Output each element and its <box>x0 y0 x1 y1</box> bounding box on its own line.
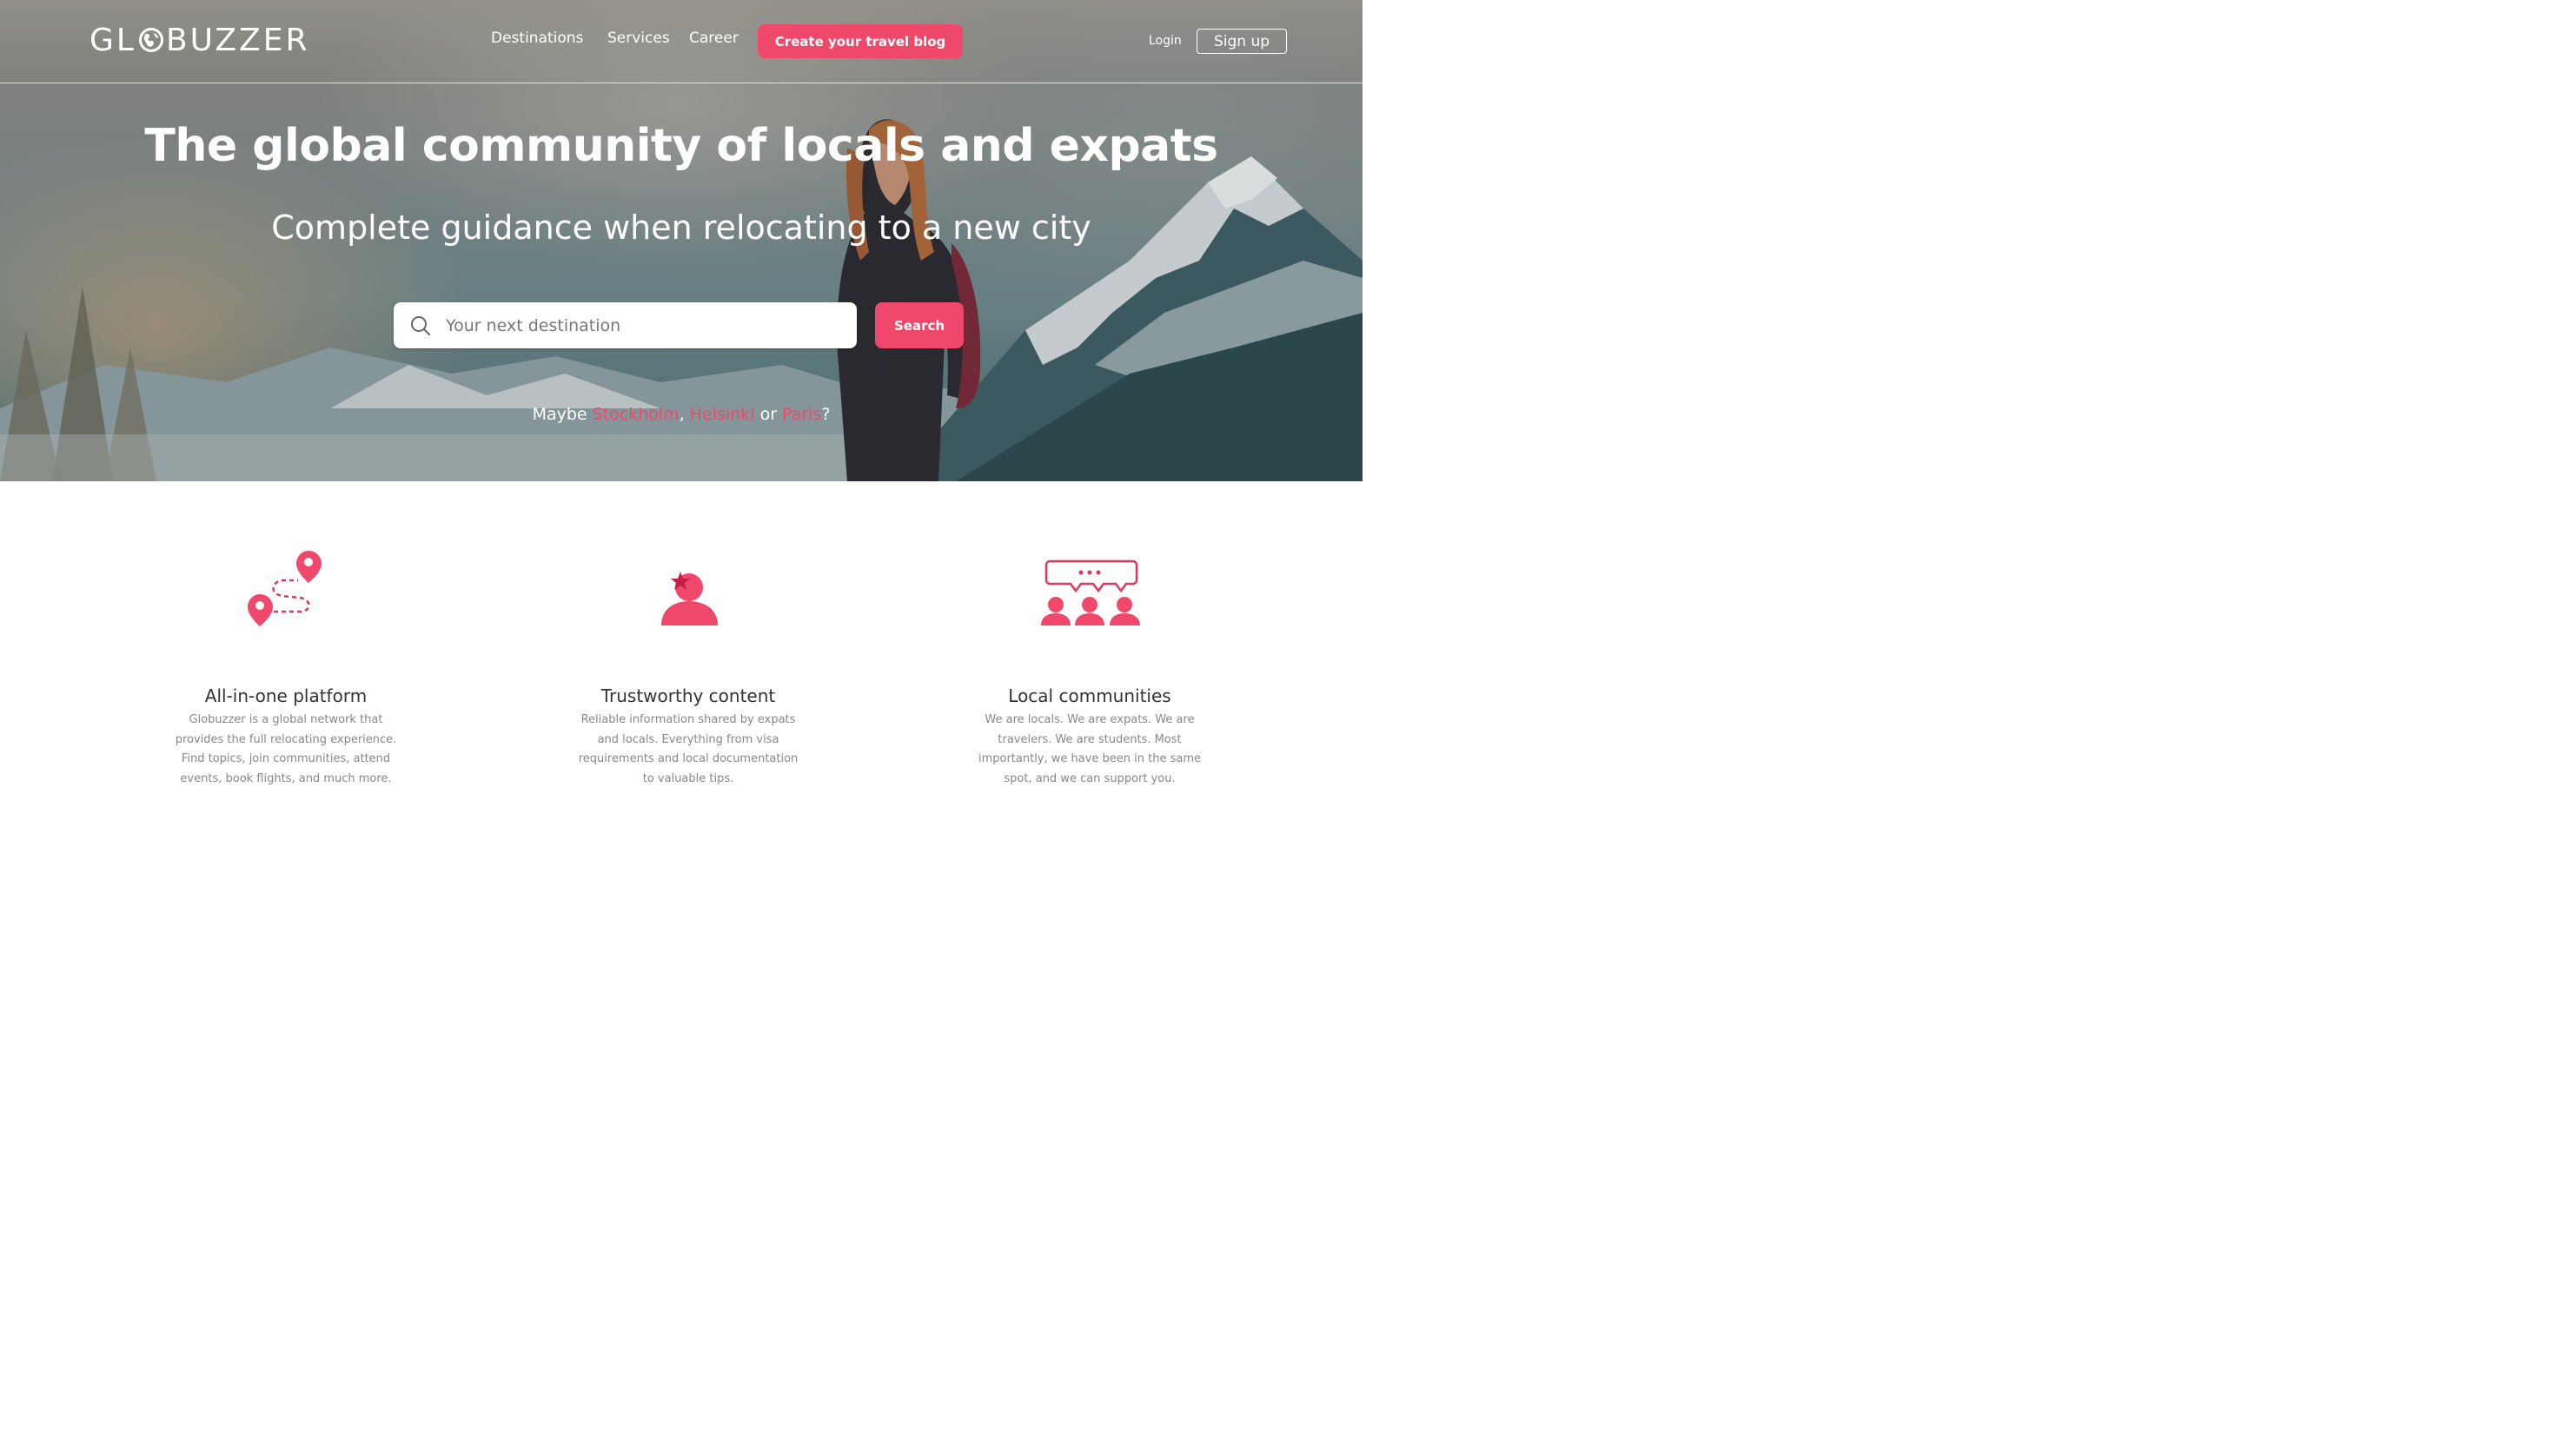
search-button[interactable]: Search <box>875 302 964 348</box>
suggestion-suffix: ? <box>821 405 831 424</box>
feature-title: All-in-one platform <box>204 685 368 706</box>
globuzzer-logo[interactable]: GL BUZZER <box>90 21 309 59</box>
route-pins-icon <box>248 551 322 626</box>
community-chat-icon <box>1041 559 1140 625</box>
feature-description: We are locals. We are expats. We are tra… <box>978 713 1202 785</box>
feature-description: Reliable information shared by expats an… <box>578 713 799 785</box>
create-travel-blog-button[interactable]: Create your travel blog <box>758 24 963 58</box>
sign-up-button[interactable]: Sign up <box>1197 29 1287 54</box>
nav-destinations-link[interactable]: Destinations <box>491 30 583 47</box>
destination-search-input[interactable] <box>446 315 828 335</box>
hero-title: The global community of locals and expat… <box>144 120 1218 172</box>
destination-search-box[interactable] <box>394 302 857 348</box>
nav-services-link[interactable]: Services <box>607 30 670 47</box>
nav-career-link[interactable]: Career <box>689 30 739 47</box>
suggestion-stockholm-link[interactable]: Stockholm <box>593 405 680 424</box>
suggestion-separator: , <box>679 405 690 424</box>
login-link[interactable]: Login <box>1149 34 1182 48</box>
suggestion-separator-or: or <box>754 405 783 424</box>
logo-text-right: BUZZER <box>165 22 310 58</box>
globe-icon <box>138 28 163 52</box>
feature-title: Local communities <box>1008 685 1171 706</box>
search-icon <box>411 315 430 335</box>
feature-description: Globuzzer is a global network that provi… <box>175 713 397 785</box>
top-navbar: GL BUZZER Destinations Services Career C… <box>0 0 1363 83</box>
logo-text-left: GL <box>90 22 136 58</box>
destination-suggestions: Maybe Stockholm, Helsinki or Paris? <box>0 405 1363 424</box>
trusted-person-icon <box>661 572 718 625</box>
feature-title: Trustworthy content <box>600 685 776 706</box>
hero-subtitle: Complete guidance when relocating to a n… <box>271 208 1091 247</box>
suggestion-helsinki-link[interactable]: Helsinki <box>690 405 755 424</box>
suggestion-paris-link[interactable]: Paris <box>782 405 821 424</box>
hero-section: GL BUZZER Destinations Services Career C… <box>0 0 1363 481</box>
suggestion-prefix: Maybe <box>532 405 593 424</box>
